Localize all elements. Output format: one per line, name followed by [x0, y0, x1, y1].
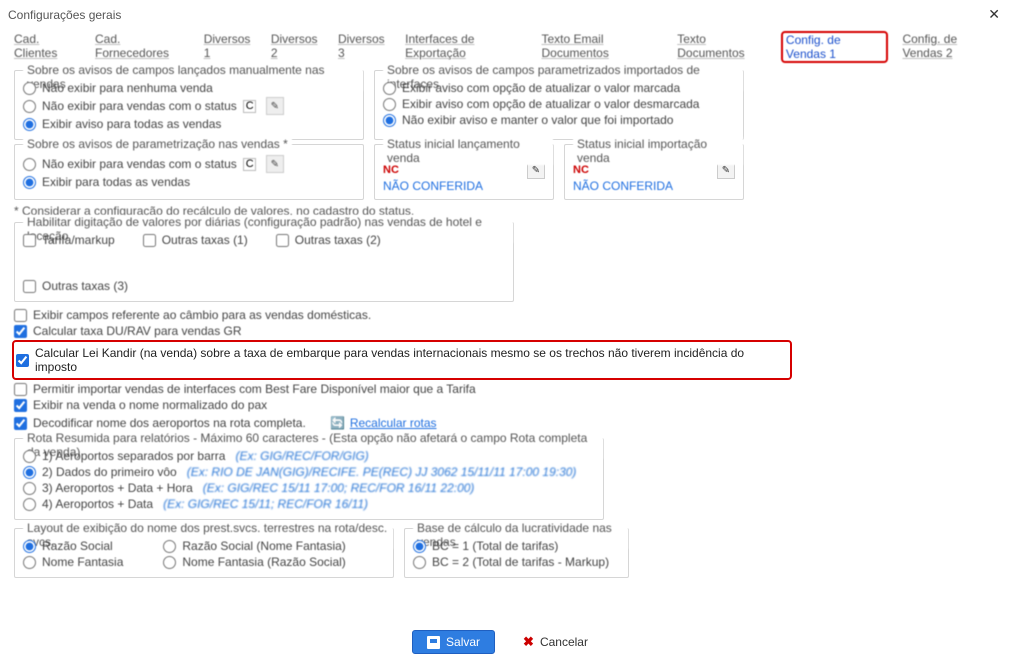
tab-cad-clientes[interactable]: Cad. Clientes — [12, 31, 81, 63]
g1-r3-label: Exibir aviso para todas as vendas — [42, 117, 221, 131]
g8-r3[interactable] — [163, 540, 176, 553]
chk-decod[interactable] — [14, 417, 27, 430]
tab-diversos2[interactable]: Diversos 2 — [269, 31, 324, 63]
status-link[interactable]: NÃO CONFERIDA — [383, 179, 545, 193]
edit-icon[interactable]: ✎ — [266, 155, 284, 173]
edit-icon[interactable]: ✎ — [266, 97, 284, 115]
close-icon[interactable]: ✕ — [982, 4, 1006, 25]
g7-r3-label: 3) Aeroportos + Data + Hora — [42, 481, 193, 495]
tab-texto-email[interactable]: Texto Email Documentos — [539, 31, 663, 63]
g1-r1[interactable] — [23, 82, 36, 95]
g1-r2-label: Não exibir para vendas com o status — [42, 99, 237, 113]
chk-nomenorm[interactable] — [14, 399, 27, 412]
tab-texto-doc[interactable]: Texto Documentos — [675, 31, 769, 63]
cancel-button[interactable]: ✖ Cancelar — [509, 630, 602, 654]
tab-bar: Cad. Clientes Cad. Fornecedores Diversos… — [0, 29, 1014, 66]
tab-diversos3[interactable]: Diversos 3 — [336, 31, 391, 63]
g2-r1-label: Exibir aviso com opção de atualizar o va… — [402, 81, 680, 95]
g8-r2-label: Nome Fantasia — [42, 555, 123, 569]
g1-status-input[interactable] — [243, 100, 256, 113]
chk-tarifa[interactable] — [23, 234, 36, 247]
g8-r2[interactable] — [23, 556, 36, 569]
chk-taxas1-label: Outras taxas (1) — [162, 233, 248, 247]
g8-r3-label: Razão Social (Nome Fantasia) — [182, 539, 345, 553]
chk-taxas2-label: Outras taxas (2) — [295, 233, 381, 247]
chk-cambio[interactable] — [14, 309, 27, 322]
chk-tarifa-label: Tarifa/markup — [42, 233, 115, 247]
g7-r2-ex: (Ex: RIO DE JAN(GIG)/RECIFE. PE(REC) JJ … — [187, 465, 577, 479]
g1-r2[interactable] — [23, 100, 36, 113]
g7-r2[interactable] — [23, 466, 36, 479]
recalc-icon: 🔄 — [330, 415, 346, 431]
g3-r2-label: Exibir para todas as vendas — [42, 175, 190, 189]
tab-config-vendas1[interactable]: Config. de Vendas 1 — [781, 31, 889, 63]
status-link[interactable]: NÃO CONFERIDA — [573, 179, 735, 193]
g7-r1[interactable] — [23, 450, 36, 463]
g3-r1[interactable] — [23, 158, 36, 171]
chk-bestfare[interactable] — [14, 383, 27, 396]
chk-nomenorm-label: Exibir na venda o nome normalizado do pa… — [33, 398, 267, 412]
save-label: Salvar — [446, 635, 480, 649]
group4-legend: Status inicial lançamento venda — [383, 137, 553, 165]
g8-r4-label: Nome Fantasia (Razão Social) — [182, 555, 345, 569]
group5-legend: Status inicial importação venda — [573, 137, 743, 165]
g9-r2-label: BC = 2 (Total de tarifas - Markup) — [432, 555, 609, 569]
chk-durav[interactable] — [14, 325, 27, 338]
chk-taxas1[interactable] — [143, 234, 156, 247]
g8-r1-label: Razão Social — [42, 539, 113, 553]
recalc-link[interactable]: Recalcular rotas — [350, 416, 437, 430]
chk-decod-label: Decodificar nome dos aeroportos na rota … — [33, 416, 306, 430]
g1-r3[interactable] — [23, 118, 36, 131]
chk-cambio-label: Exibir campos referente ao câmbio para a… — [33, 308, 371, 322]
g7-r3-ex: (Ex: GIG/REC 15/11 17:00; REC/FOR 16/11 … — [203, 481, 475, 495]
g2-r3-label: Não exibir aviso e manter o valor que fo… — [402, 113, 673, 127]
chk-kandir[interactable] — [16, 354, 29, 367]
g7-r4-ex: (Ex: GIG/REC 15/11; REC/FOR 16/11) — [163, 497, 368, 511]
g7-r2-label: 2) Dados do primeiro vôo — [42, 465, 177, 479]
cancel-icon: ✖ — [523, 634, 534, 650]
g2-r2-label: Exibir aviso com opção de atualizar o va… — [402, 97, 699, 111]
g8-r4[interactable] — [163, 556, 176, 569]
cancel-label: Cancelar — [540, 635, 588, 649]
chk-taxas3-label: Outras taxas (3) — [42, 279, 128, 293]
tab-diversos1[interactable]: Diversos 1 — [202, 31, 257, 63]
chk-taxas3[interactable] — [23, 280, 36, 293]
status-code: NC — [573, 164, 589, 176]
chk-kandir-label: Calcular Lei Kandir (na venda) sobre a t… — [35, 346, 784, 374]
g7-r1-ex: (Ex: GIG/REC/FOR/GIG) — [235, 449, 368, 463]
save-button[interactable]: Salvar — [412, 630, 495, 654]
g7-r4-label: 4) Aeroportos + Data — [42, 497, 153, 511]
g2-r3[interactable] — [383, 114, 396, 127]
save-icon — [427, 636, 440, 649]
g3-r2[interactable] — [23, 176, 36, 189]
g2-r2[interactable] — [383, 98, 396, 111]
tab-interfaces[interactable]: Interfaces de Exportação — [403, 31, 527, 63]
chk-bestfare-label: Permitir importar vendas de interfaces c… — [33, 382, 476, 396]
tab-cad-fornecedores[interactable]: Cad. Fornecedores — [93, 31, 190, 63]
tab-config-vendas2[interactable]: Config. de Vendas 2 — [900, 31, 1002, 63]
g3-status-input[interactable] — [243, 158, 256, 171]
status-code: NC — [383, 164, 399, 176]
g7-r3[interactable] — [23, 482, 36, 495]
g9-r2[interactable] — [413, 556, 426, 569]
chk-durav-label: Calcular taxa DU/RAV para vendas GR — [33, 324, 242, 338]
g9-r1[interactable] — [413, 540, 426, 553]
group3-legend: Sobre os avisos de parametrização nas ve… — [23, 137, 292, 151]
window-title: Configurações gerais — [8, 8, 121, 22]
g7-r4[interactable] — [23, 498, 36, 511]
g2-r1[interactable] — [383, 82, 396, 95]
g8-r1[interactable] — [23, 540, 36, 553]
g7-r1-label: 1) Aeroportos separados por barra — [42, 449, 225, 463]
g3-r1-label: Não exibir para vendas com o status — [42, 157, 237, 171]
chk-taxas2[interactable] — [276, 234, 289, 247]
g1-r1-label: Não exibir para nenhuma venda — [42, 81, 213, 95]
g9-r1-label: BC = 1 (Total de tarifas) — [432, 539, 558, 553]
